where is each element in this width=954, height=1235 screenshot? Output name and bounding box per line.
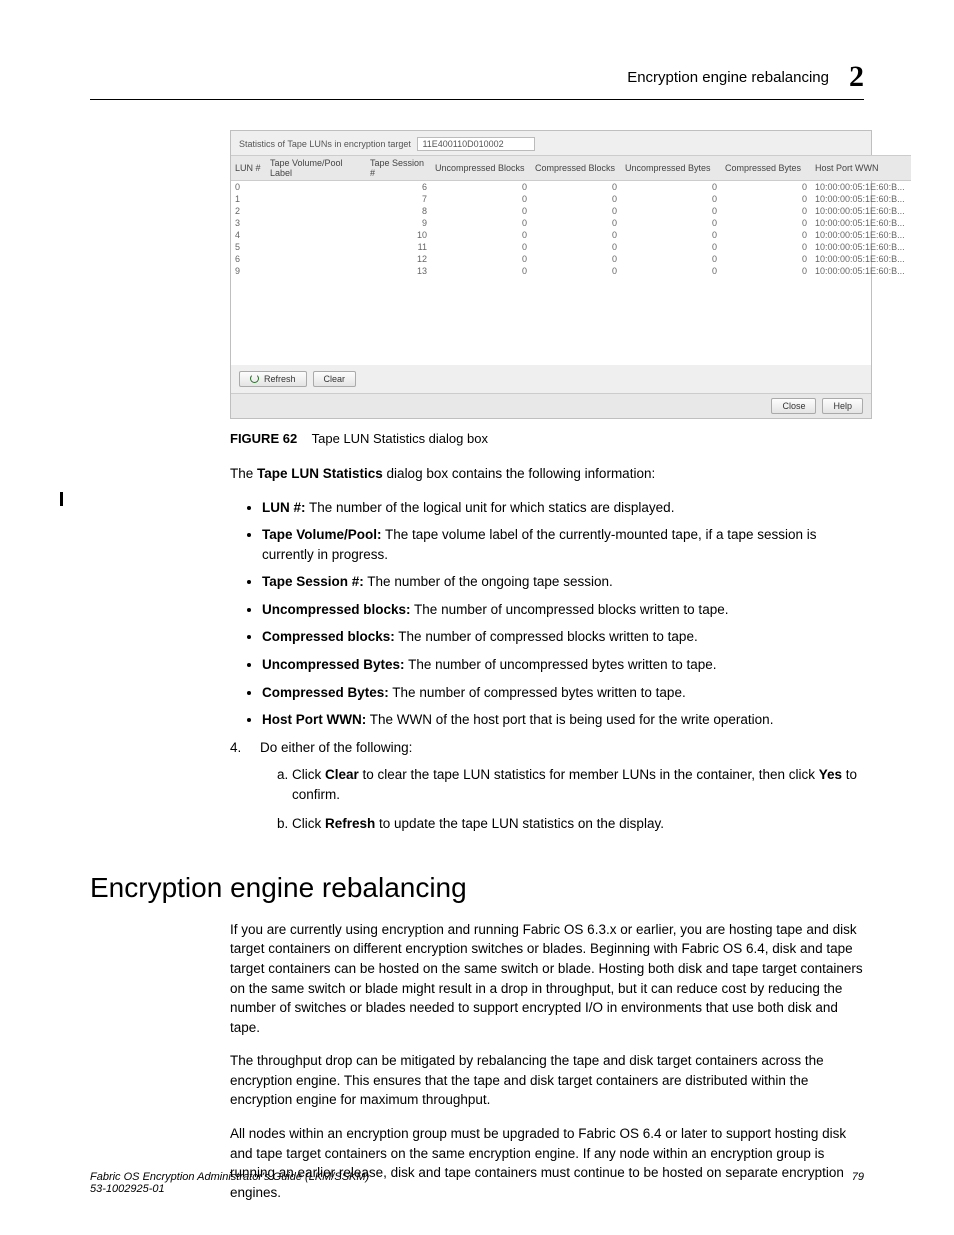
table-row[interactable]: 39000010:00:00:05:1E:60:B... xyxy=(231,217,911,229)
body-paragraph: The throughput drop can be mitigated by … xyxy=(230,1051,864,1110)
page-footer: Fabric OS Encryption Administrator's Gui… xyxy=(90,1171,864,1195)
list-item: LUN #: The number of the logical unit fo… xyxy=(262,498,864,518)
table-row[interactable]: 06000010:00:00:05:1E:60:B... xyxy=(231,181,911,194)
table-row[interactable]: 612000010:00:00:05:1E:60:B... xyxy=(231,253,911,265)
field-description-list: LUN #: The number of the logical unit fo… xyxy=(230,498,864,730)
table-row[interactable]: 913000010:00:00:05:1E:60:B... xyxy=(231,265,911,277)
table-row[interactable]: 410000010:00:00:05:1E:60:B... xyxy=(231,229,911,241)
change-bar xyxy=(60,492,63,506)
list-item: Uncompressed Bytes: The number of uncomp… xyxy=(262,655,864,675)
list-item: Host Port WWN: The WWN of the host port … xyxy=(262,710,864,730)
intro-paragraph: The Tape LUN Statistics dialog box conta… xyxy=(230,464,864,484)
col-uncompressed-blocks[interactable]: Uncompressed Blocks xyxy=(431,156,531,181)
list-item: Uncompressed blocks: The number of uncom… xyxy=(262,600,864,620)
table-row[interactable]: 17000010:00:00:05:1E:60:B... xyxy=(231,193,911,205)
list-item: Compressed Bytes: The number of compress… xyxy=(262,683,864,703)
table-row[interactable]: 28000010:00:00:05:1E:60:B... xyxy=(231,205,911,217)
refresh-icon xyxy=(250,374,260,384)
chapter-number: 2 xyxy=(849,60,864,94)
clear-button[interactable]: Clear xyxy=(313,371,357,387)
list-item: Click Clear to clear the tape LUN statis… xyxy=(292,765,864,804)
list-item: Click Refresh to update the tape LUN sta… xyxy=(292,814,864,834)
figure-caption: FIGURE 62 Tape LUN Statistics dialog box xyxy=(230,431,864,446)
col-lun[interactable]: LUN # xyxy=(231,156,266,181)
refresh-button[interactable]: Refresh xyxy=(239,371,307,387)
list-item: Tape Session #: The number of the ongoin… xyxy=(262,572,864,592)
running-header: Encryption engine rebalancing xyxy=(627,69,829,86)
encryption-target-field[interactable]: 11E400110D010002 xyxy=(417,137,534,151)
table-row[interactable]: 511000010:00:00:05:1E:60:B... xyxy=(231,241,911,253)
lun-stats-table: LUN # Tape Volume/Pool Label Tape Sessio… xyxy=(231,155,911,277)
col-tape-volume[interactable]: Tape Volume/Pool Label xyxy=(266,156,366,181)
section-heading: Encryption engine rebalancing xyxy=(90,872,864,904)
help-button[interactable]: Help xyxy=(822,398,863,414)
col-host-port-wwn[interactable]: Host Port WWN xyxy=(811,156,911,181)
section-body: If you are currently using encryption an… xyxy=(230,920,864,1202)
col-compressed-blocks[interactable]: Compressed Blocks xyxy=(531,156,621,181)
close-button[interactable]: Close xyxy=(771,398,816,414)
col-compressed-bytes[interactable]: Compressed Bytes xyxy=(721,156,811,181)
body-paragraph: If you are currently using encryption an… xyxy=(230,920,864,1037)
step-4: 4. Do either of the following: Click Cle… xyxy=(230,738,864,844)
stats-label: Statistics of Tape LUNs in encryption ta… xyxy=(239,139,411,149)
tape-lun-stats-dialog: Statistics of Tape LUNs in encryption ta… xyxy=(230,130,872,419)
header-rule xyxy=(90,99,864,100)
col-tape-session[interactable]: Tape Session # xyxy=(366,156,431,181)
col-uncompressed-bytes[interactable]: Uncompressed Bytes xyxy=(621,156,721,181)
list-item: Tape Volume/Pool: The tape volume label … xyxy=(262,525,864,564)
list-item: Compressed blocks: The number of compres… xyxy=(262,627,864,647)
